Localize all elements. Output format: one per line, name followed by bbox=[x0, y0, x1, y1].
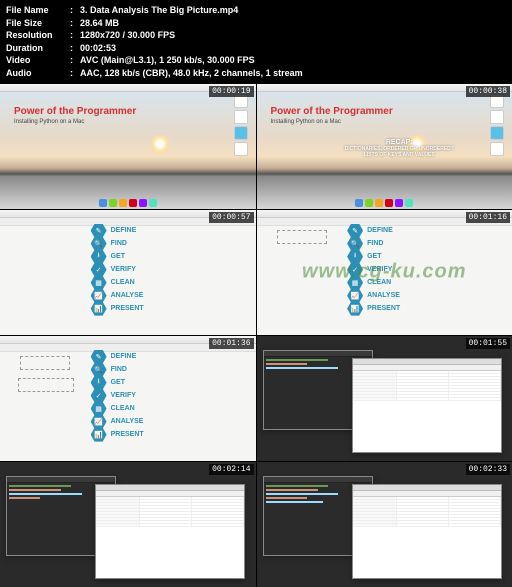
timestamp-badge: 00:00:19 bbox=[209, 86, 253, 97]
selection-box bbox=[20, 356, 70, 370]
hex-clean-icon: ▦ bbox=[91, 276, 107, 290]
thumbnail-5[interactable]: ✎DEFINE 🔍FIND ⭳GET ✓VERIFY ▦CLEAN 📈ANALY… bbox=[0, 336, 256, 461]
recap-text: RECAP: DICTIONARIES, ORDERED OR UNORDERE… bbox=[327, 139, 473, 158]
slide-title: Power of the Programmer bbox=[14, 106, 136, 117]
hex-verify-icon: ✓ bbox=[91, 263, 107, 277]
hex-label: PRESENT bbox=[111, 305, 144, 312]
timestamp-badge: 00:02:14 bbox=[209, 464, 253, 475]
file-metadata-block: File Name:3. Data Analysis The Big Pictu… bbox=[0, 0, 512, 84]
thumbnail-2[interactable]: Power of the Programmer Installing Pytho… bbox=[257, 84, 512, 209]
side-icon bbox=[234, 126, 248, 140]
slide-subtitle: Installing Python on a Mac bbox=[14, 119, 84, 125]
mac-sidebar-icons bbox=[490, 94, 508, 156]
hex-find-icon: 🔍 bbox=[91, 237, 107, 251]
spreadsheet-window bbox=[352, 484, 502, 579]
meta-value-filename: 3. Data Analysis The Big Picture.mp4 bbox=[80, 4, 506, 17]
timestamp-badge: 00:01:16 bbox=[466, 212, 510, 223]
sun-graphic bbox=[150, 134, 170, 154]
hex-analyse-icon: 📈 bbox=[91, 289, 107, 303]
mac-sidebar-icons bbox=[234, 94, 252, 156]
hex-label: DEFINE bbox=[111, 227, 137, 234]
thumbnail-grid: Power of the Programmer Installing Pytho… bbox=[0, 84, 512, 587]
meta-value-video: AVC (Main@L3.1), 1 250 kb/s, 30.000 FPS bbox=[80, 54, 506, 67]
meta-label-filesize: File Size bbox=[6, 17, 70, 30]
meta-label-filename: File Name bbox=[6, 4, 70, 17]
hex-label: FIND bbox=[111, 240, 127, 247]
selection-box bbox=[277, 230, 327, 244]
thumbnail-6[interactable]: 00:01:55 bbox=[257, 336, 512, 461]
meta-value-resolution: 1280x720 / 30.000 FPS bbox=[80, 29, 506, 42]
timestamp-badge: 00:01:55 bbox=[466, 338, 510, 349]
side-icon bbox=[234, 110, 248, 124]
spreadsheet-window bbox=[352, 358, 502, 453]
timestamp-badge: 00:01:36 bbox=[209, 338, 253, 349]
meta-label-video: Video bbox=[6, 54, 70, 67]
meta-label-resolution: Resolution bbox=[6, 29, 70, 42]
hex-step-chain: ✎ DEFINE 🔍 FIND ⭳ GET ✓ VERIFY ▦ CLEAN 📈 ANALY… bbox=[91, 224, 144, 315]
spreadsheet-window bbox=[95, 484, 245, 579]
hex-define-icon: ✎ bbox=[91, 224, 107, 238]
thumbnail-8[interactable]: 00:02:33 bbox=[257, 462, 512, 587]
selection-box bbox=[18, 378, 74, 392]
timestamp-badge: 00:00:57 bbox=[209, 212, 253, 223]
hex-label: VERIFY bbox=[111, 266, 136, 273]
hex-step-chain: ✎DEFINE 🔍FIND ⭳GET ✓VERIFY ▦CLEAN 📈ANALY… bbox=[91, 350, 144, 441]
mac-dock bbox=[99, 199, 157, 207]
thumbnail-7[interactable]: 00:02:14 bbox=[0, 462, 256, 587]
mac-dock bbox=[355, 199, 413, 207]
hex-get-icon: ⭳ bbox=[91, 250, 107, 264]
hex-present-icon: 📊 bbox=[91, 302, 107, 316]
thumbnail-1[interactable]: Power of the Programmer Installing Pytho… bbox=[0, 84, 256, 209]
meta-label-duration: Duration bbox=[6, 42, 70, 55]
thumbnail-3[interactable]: ✎ DEFINE 🔍 FIND ⭳ GET ✓ VERIFY ▦ CLEAN 📈 ANALY… bbox=[0, 210, 256, 335]
meta-label-audio: Audio bbox=[6, 67, 70, 80]
hex-label: CLEAN bbox=[111, 279, 135, 286]
meta-value-audio: AAC, 128 kb/s (CBR), 48.0 kHz, 2 channel… bbox=[80, 67, 506, 80]
meta-value-filesize: 28.64 MB bbox=[80, 17, 506, 30]
timestamp-badge: 00:02:33 bbox=[466, 464, 510, 475]
thumbnail-4[interactable]: ✎DEFINE 🔍FIND ⭳GET ✓VERIFY ▦CLEAN 📈ANALY… bbox=[257, 210, 512, 335]
hex-label: ANALYSE bbox=[111, 292, 144, 299]
slide-subtitle: Installing Python on a Mac bbox=[271, 119, 341, 125]
timestamp-badge: 00:00:38 bbox=[466, 86, 510, 97]
hex-label: GET bbox=[111, 253, 125, 260]
slide-title: Power of the Programmer bbox=[271, 106, 393, 117]
meta-value-duration: 00:02:53 bbox=[80, 42, 506, 55]
hex-step-chain: ✎DEFINE 🔍FIND ⭳GET ✓VERIFY ▦CLEAN 📈ANALY… bbox=[347, 224, 400, 315]
side-icon bbox=[234, 142, 248, 156]
